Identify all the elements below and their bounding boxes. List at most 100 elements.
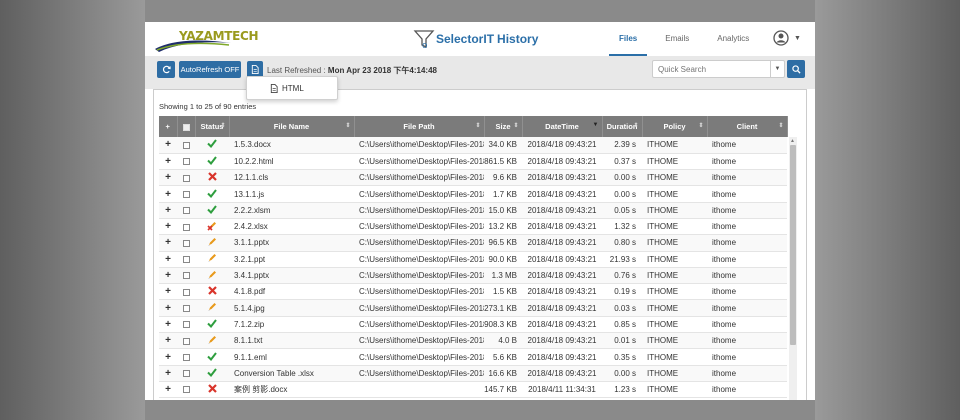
select-all-checkbox[interactable] — [182, 123, 190, 131]
expand-row-icon[interactable]: + — [159, 365, 177, 382]
row-checkbox-cell[interactable] — [177, 137, 195, 154]
row-checkbox[interactable] — [182, 190, 190, 198]
row-checkbox[interactable] — [182, 386, 190, 394]
export-dropdown-html[interactable]: HTML — [246, 76, 338, 100]
row-checkbox[interactable] — [182, 353, 190, 361]
expand-row-icon[interactable]: + — [159, 251, 177, 268]
expand-row-icon[interactable]: + — [159, 234, 177, 252]
tab-emails[interactable]: Emails — [655, 22, 699, 56]
duration-cell: 2.39 s — [602, 137, 642, 154]
expand-row-icon[interactable]: + — [159, 381, 177, 399]
row-checkbox[interactable] — [182, 321, 190, 329]
tab-files[interactable]: Files — [609, 22, 648, 56]
row-checkbox[interactable] — [182, 337, 190, 345]
expand-row-icon[interactable]: + — [159, 153, 177, 171]
col-duration[interactable]: Duration ⇕ — [602, 116, 643, 137]
expand-row-icon[interactable]: + — [159, 185, 177, 203]
datetime-cell: 2018/4/18 09:43:21 — [522, 169, 602, 187]
row-checkbox[interactable] — [182, 288, 190, 296]
table-row[interactable]: +2.2.2.xlsm C:\Users\ithome\Desktop\Files… — [159, 202, 787, 219]
table-row[interactable]: +3.4.1.pptx C:\Users\ithome\Desktop\Files… — [159, 267, 787, 285]
col-select-all[interactable] — [177, 116, 196, 137]
row-checkbox-cell[interactable] — [177, 169, 195, 187]
col-datetime[interactable]: DateTime ▼ — [522, 116, 603, 137]
row-checkbox-cell[interactable] — [177, 299, 195, 317]
expand-row-icon[interactable]: + — [159, 299, 177, 317]
row-checkbox-cell[interactable] — [177, 381, 195, 399]
table-row[interactable]: +12.1.1.cls C:\Users\ithome\Desktop\Files… — [159, 169, 787, 187]
expand-row-icon[interactable]: + — [159, 137, 177, 154]
table-row[interactable]: +4.1.8.pdf C:\Users\ithome\Desktop\Files-… — [159, 283, 787, 301]
search-dropdown-toggle[interactable]: ▼ — [770, 61, 784, 77]
expand-row-icon[interactable]: + — [159, 316, 177, 334]
table-row[interactable]: +8.1.1.txt C:\Users\ithome\Desktop\Files-… — [159, 332, 787, 350]
expand-row-icon[interactable]: + — [159, 267, 177, 285]
scrollbar-thumb[interactable] — [790, 145, 796, 345]
row-checkbox-cell[interactable] — [177, 153, 195, 171]
expand-row-icon[interactable]: + — [159, 218, 177, 236]
row-checkbox-cell[interactable] — [177, 218, 195, 236]
table-row[interactable]: + 案例 剪影.docx 145.7 KB 2018/4/11 11:34:31 1.2… — [159, 381, 787, 399]
refresh-button[interactable] — [157, 61, 175, 78]
col-file-path-label: File Path — [403, 122, 435, 131]
row-checkbox[interactable] — [182, 223, 190, 231]
row-checkbox-cell[interactable] — [177, 316, 195, 334]
row-checkbox[interactable] — [182, 158, 190, 166]
table-row[interactable]: +9.1.1.eml C:\Users\ithome\Desktop\Files-… — [159, 348, 787, 366]
tab-analytics[interactable]: Analytics — [707, 22, 759, 56]
table-row[interactable]: +7.1.2.zip C:\Users\ithome\Desktop\Files-… — [159, 316, 787, 334]
col-size[interactable]: Size ⇕ — [484, 116, 523, 137]
expand-row-icon[interactable]: + — [159, 348, 177, 366]
col-policy[interactable]: Policy ⇕ — [642, 116, 708, 137]
table-scrollbar[interactable]: ▲ — [789, 137, 797, 400]
expand-row-icon[interactable]: + — [159, 202, 177, 219]
row-checkbox[interactable] — [182, 370, 190, 378]
table-row[interactable]: +5.1.4.jpg C:\Users\ithome\Desktop\Files-… — [159, 299, 787, 317]
policy-cell: ITHOME — [642, 267, 707, 285]
table-row[interactable]: +3.1.1.pptx C:\Users\ithome\Desktop\Files… — [159, 234, 787, 252]
scroll-up-icon: ▲ — [790, 138, 795, 144]
col-status[interactable]: Status ⇕ — [195, 116, 230, 137]
row-checkbox[interactable] — [182, 207, 190, 215]
col-file-name[interactable]: File Name ⇕ — [229, 116, 355, 137]
file-path-cell: C:\Users\ithome\Desktop\Files-2018 — [354, 153, 484, 171]
row-checkbox-cell[interactable] — [177, 202, 195, 219]
row-checkbox-cell[interactable] — [177, 332, 195, 350]
policy-cell: ITHOME — [642, 234, 707, 252]
client-cell: ithome — [707, 234, 787, 252]
table-row[interactable]: +2.4.2.xlsx C:\Users\ithome\Desktop\Files… — [159, 218, 787, 236]
autorefresh-button[interactable]: AutoRefresh OFF — [179, 61, 241, 78]
sort-icon: ⇕ — [778, 123, 784, 129]
row-checkbox[interactable] — [182, 239, 190, 247]
row-checkbox-cell[interactable] — [177, 185, 195, 203]
search-button[interactable] — [787, 60, 805, 78]
row-checkbox[interactable] — [182, 256, 190, 264]
expand-row-icon[interactable]: + — [159, 332, 177, 350]
client-cell: ithome — [707, 185, 787, 203]
policy-cell: ITHOME — [642, 316, 707, 334]
col-file-path[interactable]: File Path ⇕ — [354, 116, 485, 137]
search-input[interactable] — [653, 61, 770, 77]
user-menu[interactable]: ▼ — [773, 30, 801, 46]
row-checkbox-cell[interactable] — [177, 283, 195, 301]
row-checkbox-cell[interactable] — [177, 365, 195, 382]
col-client[interactable]: Client ⇕ — [707, 116, 788, 137]
table-row[interactable]: + Conversion Table .xlsx C:\Users\ithome\D… — [159, 365, 787, 382]
search-box: ▼ — [652, 60, 785, 78]
row-checkbox[interactable] — [182, 272, 190, 280]
row-checkbox-cell[interactable] — [177, 267, 195, 285]
table-row[interactable]: +10.2.2.html C:\Users\ithome\Desktop\File… — [159, 153, 787, 171]
table-row[interactable]: +13.1.1.js C:\Users\ithome\Desktop\Files-… — [159, 185, 787, 203]
row-checkbox-cell[interactable] — [177, 251, 195, 268]
expand-row-icon[interactable]: + — [159, 169, 177, 187]
expand-row-icon[interactable]: + — [159, 283, 177, 301]
row-checkbox[interactable] — [182, 305, 190, 312]
last-refreshed: Last Refreshed : Mon Apr 23 2018 下午4:14:… — [267, 65, 437, 76]
row-checkbox-cell[interactable] — [177, 348, 195, 366]
row-checkbox-cell[interactable] — [177, 234, 195, 252]
table-row[interactable]: +3.2.1.ppt C:\Users\ithome\Desktop\Files-… — [159, 251, 787, 268]
row-checkbox[interactable] — [182, 141, 190, 149]
row-checkbox[interactable] — [182, 174, 190, 182]
file-path-cell — [354, 381, 484, 399]
table-row[interactable]: +1.5.3.docx C:\Users\ithome\Desktop\Files… — [159, 137, 787, 154]
